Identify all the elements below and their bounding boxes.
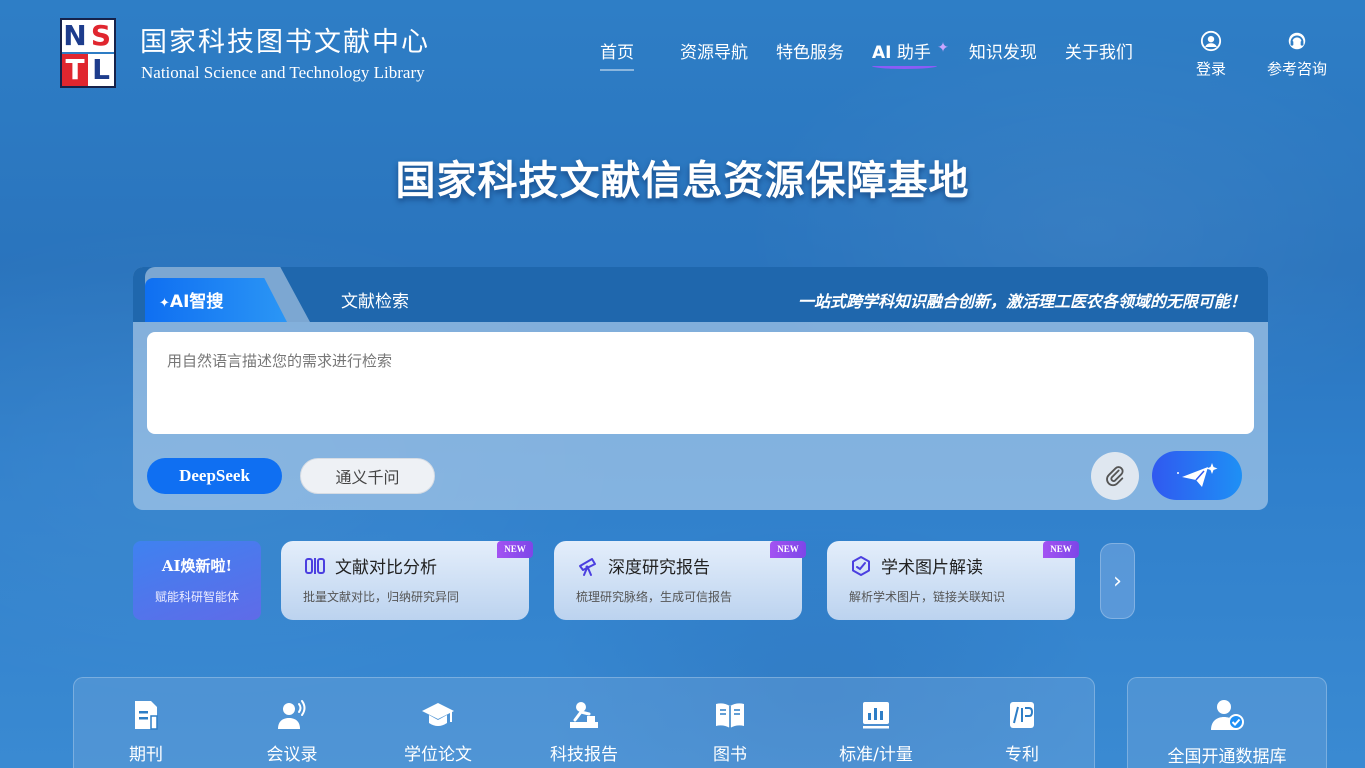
standard-chart-icon — [863, 702, 889, 729]
resource-label: 科技报告 — [550, 745, 618, 765]
attach-button[interactable] — [1091, 452, 1139, 500]
sparkle-icon: ✦ — [159, 296, 170, 311]
hero-title: 国家科技文献信息资源保障基地 — [395, 157, 970, 204]
logo-letter-t: T — [62, 54, 88, 86]
feature-title: 学术图片解读 — [881, 558, 983, 578]
logo-letter-l: L — [88, 54, 114, 86]
nav-featured-services[interactable]: 特色服务 — [776, 38, 844, 63]
logo-letter-s: S — [88, 20, 114, 52]
resource-standard[interactable]: 标准/计量 — [821, 698, 931, 765]
resource-journal[interactable]: 期刊 — [91, 698, 201, 765]
next-arrow-button[interactable]: › — [1100, 543, 1135, 619]
promo-subtitle: 赋能科研智能体 — [154, 590, 239, 604]
journal-icon — [135, 701, 158, 730]
resource-patent[interactable]: 专利 — [967, 698, 1077, 765]
feature-card-image-analysis[interactable]: 学术图片解读 解析学术图片，链接关联知识 NEW — [827, 541, 1079, 620]
resource-label: 学位论文 — [404, 745, 472, 765]
logo-letter-n: N — [62, 19, 88, 52]
search-slogan: 一站式跨学科知识融合创新，激活理工医农各领域的无限可能！ — [797, 292, 1246, 311]
patent-icon — [1010, 702, 1034, 728]
consult-button[interactable]: 参考咨询 — [1262, 30, 1332, 79]
tab-document-search[interactable]: 文献检索 — [341, 287, 409, 312]
login-label: 登录 — [1195, 60, 1226, 78]
resource-label: 会议录 — [266, 745, 318, 765]
paperclip-icon — [1106, 466, 1124, 487]
feature-desc: 梳理研究脉络，生成可信报告 — [576, 590, 733, 604]
compare-icon — [305, 558, 325, 574]
telescope-icon — [579, 558, 596, 576]
model-qwen-button[interactable]: 通义千问 — [300, 458, 435, 494]
consult-label: 参考咨询 — [1266, 60, 1327, 78]
logo-en-name: National Science and Technology Library — [141, 63, 425, 82]
tab-ai-search[interactable]: ✦AI智搜 — [145, 278, 287, 322]
graduation-cap-icon — [422, 703, 454, 726]
header: N S T L 国家科技图书文献中心 National Science and … — [0, 0, 1365, 100]
report-icon — [570, 702, 598, 728]
new-badge: NEW — [1043, 541, 1079, 558]
nav-resource-guide[interactable]: 资源导航 — [680, 38, 748, 63]
tab-ai-search-label: AI智搜 — [169, 292, 224, 312]
underline-swoosh — [872, 63, 937, 69]
send-plane-icon — [1177, 462, 1218, 487]
resource-book[interactable]: 图书 — [675, 698, 785, 765]
feature-title: 深度研究报告 — [608, 558, 710, 578]
user-icon — [1200, 30, 1222, 52]
feature-card-research-report[interactable]: 深度研究报告 梳理研究脉络，生成可信报告 NEW — [554, 541, 806, 620]
main-nav: 首页 资源导航 特色服务 AI 助手 ✦ 知识发现 关于我们 — [590, 38, 1161, 71]
resource-dissertation[interactable]: 学位论文 — [383, 698, 493, 765]
feature-card-compare[interactable]: 文献对比分析 批量文献对比，归纳研究异同 NEW — [281, 541, 533, 620]
nav-ai-label: AI — [872, 43, 892, 63]
nav-ai-assistant-label: 助手 — [896, 43, 931, 63]
feature-desc: 批量文献对比，归纳研究异同 — [303, 590, 460, 604]
send-button[interactable] — [1152, 451, 1242, 500]
new-badge: NEW — [497, 541, 533, 558]
resource-label: 图书 — [713, 745, 747, 765]
resource-label: 专利 — [1005, 745, 1039, 765]
image-analysis-icon — [852, 556, 870, 576]
nav-knowledge-discovery[interactable]: 知识发现 — [969, 38, 1037, 63]
ai-promo-card[interactable]: AI焕新啦! 赋能科研智能体 — [133, 541, 261, 620]
feature-desc: 解析学术图片，链接关联知识 — [849, 590, 1006, 604]
feature-title: 文献对比分析 — [335, 558, 437, 578]
sparkle-icon: ✦ — [937, 40, 949, 56]
resource-tech-report[interactable]: 科技报告 — [529, 698, 639, 765]
user-check-icon — [1211, 700, 1244, 730]
conference-icon — [278, 700, 306, 729]
database-label: 全国开通数据库 — [1167, 747, 1287, 767]
search-panel: ✦AI智搜 文献检索 一站式跨学科知识融合创新，激活理工医农各领域的无限可能！ … — [133, 267, 1268, 510]
book-icon — [716, 703, 744, 728]
resource-label: 标准/计量 — [839, 745, 913, 765]
nav-home[interactable]: 首页 — [600, 38, 634, 71]
chevron-right-icon: › — [1113, 568, 1122, 594]
national-database-card[interactable]: 全国开通数据库 — [1127, 677, 1327, 768]
nav-ai-assistant[interactable]: AI 助手 ✦ — [872, 38, 949, 69]
new-badge: NEW — [770, 541, 806, 558]
resource-label: 期刊 — [129, 745, 163, 765]
search-input[interactable] — [147, 332, 1254, 434]
model-deepseek-button[interactable]: DeepSeek — [147, 458, 282, 494]
promo-title: AI焕新啦! — [161, 557, 233, 575]
headset-icon — [1288, 32, 1306, 50]
logo-cn-name: 国家科技图书文献中心 — [140, 27, 430, 58]
resource-conference[interactable]: 会议录 — [237, 698, 347, 765]
nstl-logo[interactable]: N S T L — [60, 18, 116, 88]
login-button[interactable]: 登录 — [1193, 30, 1229, 79]
nav-about-us[interactable]: 关于我们 — [1065, 38, 1133, 63]
resource-bar: 期刊 会议录 学位论文 科技报告 图书 标准/计量 专利 — [73, 677, 1095, 768]
